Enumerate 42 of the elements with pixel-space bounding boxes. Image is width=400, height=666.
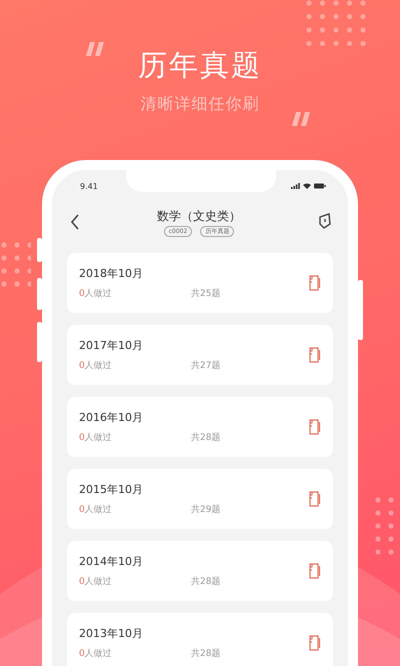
back-icon[interactable] xyxy=(70,214,80,230)
done-count: 0人做过 xyxy=(79,504,113,516)
notebook-icon[interactable] xyxy=(309,563,321,579)
page-title: 数学（文史类） xyxy=(157,209,241,224)
dot-grid-drawing xyxy=(1,242,31,288)
question-count: 共29题 xyxy=(191,504,220,516)
done-count: 0人做过 xyxy=(79,432,113,444)
quote-icon xyxy=(292,112,312,126)
paper-card[interactable]: 2015年10月 0人做过 共29题 xyxy=(67,469,333,529)
done-count: 0人做过 xyxy=(79,576,113,588)
done-count: 0人做过 xyxy=(79,360,113,372)
signal-icon xyxy=(291,183,300,189)
quote-icon xyxy=(86,42,106,56)
battery-icon xyxy=(314,183,326,189)
question-count: 共25题 xyxy=(191,288,220,300)
paper-card[interactable]: 2013年10月 0人做过 共28题 xyxy=(67,613,333,666)
paper-date: 2016年10月 xyxy=(79,410,144,424)
paper-date: 2017年10月 xyxy=(79,338,144,352)
hero-title: 历年真题 xyxy=(138,47,262,84)
question-count: 共27题 xyxy=(191,360,220,372)
question-count: 共28题 xyxy=(191,432,220,444)
notebook-icon[interactable] xyxy=(309,347,321,363)
paper-card[interactable]: 2014年10月 0人做过 共28题 xyxy=(67,541,333,601)
wifi-icon xyxy=(303,183,311,189)
done-count: 0人做过 xyxy=(79,288,113,300)
done-count: 0人做过 xyxy=(79,648,113,660)
shield-icon[interactable] xyxy=(318,213,332,229)
notebook-icon[interactable] xyxy=(309,419,321,435)
question-count: 共28题 xyxy=(191,576,220,588)
status-time: 9.41 xyxy=(80,182,98,190)
notebook-icon[interactable] xyxy=(309,491,321,507)
paper-card[interactable]: 2016年10月 0人做过 共28题 xyxy=(67,397,333,457)
hero-subtitle: 清晰详细任你刷 xyxy=(140,94,260,114)
paper-date: 2018年10月 xyxy=(79,266,144,280)
question-count: 共28题 xyxy=(191,648,220,660)
notebook-icon[interactable] xyxy=(309,275,321,291)
paper-date: 2014年10月 xyxy=(79,554,144,568)
paper-card[interactable]: 2018年10月 0人做过 共25题 xyxy=(67,253,333,313)
notebook-icon[interactable] xyxy=(309,635,321,651)
paper-card[interactable]: 2017年10月 0人做过 共27题 xyxy=(67,325,333,385)
paper-date: 2015年10月 xyxy=(79,482,144,496)
paper-date: 2013年10月 xyxy=(79,626,144,640)
